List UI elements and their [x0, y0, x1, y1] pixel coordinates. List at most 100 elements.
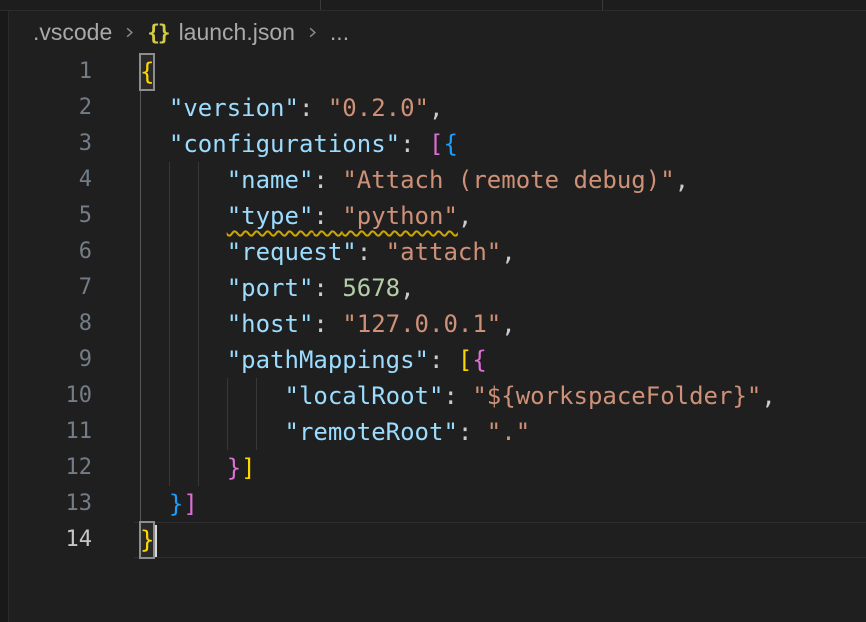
- token: "pathMappings": [227, 346, 429, 374]
- token: ,: [458, 202, 472, 230]
- json-file-icon: {}: [147, 21, 168, 45]
- line-number: 4: [9, 162, 92, 198]
- token: "127.0.0.1": [342, 310, 501, 338]
- token: [: [458, 346, 472, 374]
- code-line[interactable]: 11 "remoteRoot": ".": [9, 414, 866, 450]
- code-text: }: [92, 522, 866, 558]
- token: [: [429, 130, 443, 158]
- token: ,: [501, 238, 515, 266]
- tab-separator: [320, 0, 321, 10]
- token: :: [313, 310, 342, 338]
- code-line[interactable]: 12 }]: [9, 450, 866, 486]
- chevron-right-icon: [305, 25, 320, 40]
- token: ]: [183, 490, 197, 518]
- matched-bracket: {: [140, 54, 154, 90]
- token: ,: [400, 274, 414, 302]
- token: ,: [675, 166, 689, 194]
- token: "0.2.0": [328, 94, 429, 122]
- token: "host": [227, 310, 314, 338]
- code-text: "host": "127.0.0.1",: [92, 306, 866, 342]
- line-number: 14: [9, 522, 92, 558]
- token: ,: [761, 382, 775, 410]
- code-text: "type": "python",: [92, 198, 866, 234]
- text-cursor: [155, 525, 157, 557]
- token: :: [299, 94, 328, 122]
- code-text: "remoteRoot": ".": [92, 414, 866, 450]
- line-number: 3: [9, 126, 92, 162]
- token: "attach": [386, 238, 502, 266]
- code-text: "pathMappings": [{: [92, 342, 866, 378]
- code-line[interactable]: 3 "configurations": [{: [9, 126, 866, 162]
- token: "localRoot": [285, 382, 444, 410]
- code-text: "request": "attach",: [92, 234, 866, 270]
- token: {: [443, 130, 457, 158]
- code-text: "port": 5678,: [92, 270, 866, 306]
- line-number: 1: [9, 54, 92, 90]
- breadcrumb-file[interactable]: launch.json: [179, 19, 295, 46]
- token: ".": [487, 418, 530, 446]
- token: "python": [342, 202, 458, 230]
- token: "configurations": [169, 130, 400, 158]
- token: "remoteRoot": [285, 418, 458, 446]
- token: "name": [227, 166, 314, 194]
- code-line[interactable]: 4 "name": "Attach (remote debug)",: [9, 162, 866, 198]
- sidebar-edge: [0, 11, 9, 622]
- vscode-window: .vscode {} launch.json ... 1{2 "version"…: [0, 0, 866, 622]
- token: :: [357, 238, 386, 266]
- line-number: 12: [9, 450, 92, 486]
- line-number: 10: [9, 378, 92, 414]
- code-line[interactable]: 14}: [9, 522, 866, 558]
- line-number: 11: [9, 414, 92, 450]
- token: :: [313, 202, 342, 230]
- breadcrumb: .vscode {} launch.json ...: [9, 11, 866, 54]
- line-number: 13: [9, 486, 92, 522]
- code-line[interactable]: 8 "host": "127.0.0.1",: [9, 306, 866, 342]
- warning-squiggle: "type": "python": [227, 202, 458, 230]
- token: :: [429, 346, 458, 374]
- code-line[interactable]: 1{: [9, 54, 866, 90]
- token: ,: [429, 94, 443, 122]
- line-number: 2: [9, 90, 92, 126]
- token: ,: [501, 310, 515, 338]
- line-number: 7: [9, 270, 92, 306]
- code-text: "localRoot": "${workspaceFolder}",: [92, 378, 866, 414]
- code-line[interactable]: 2 "version": "0.2.0",: [9, 90, 866, 126]
- token: :: [443, 382, 472, 410]
- breadcrumb-folder[interactable]: .vscode: [33, 19, 112, 46]
- code-text: "name": "Attach (remote debug)",: [92, 162, 866, 198]
- breadcrumb-symbol-ellipsis[interactable]: ...: [330, 19, 349, 46]
- token: "type": [227, 202, 314, 230]
- code-editor: 1{2 "version": "0.2.0",3 "configurations…: [9, 54, 866, 558]
- token: "Attach (remote debug)": [342, 166, 674, 194]
- token: :: [313, 274, 342, 302]
- token: {: [472, 346, 486, 374]
- token: }: [169, 490, 183, 518]
- line-number: 9: [9, 342, 92, 378]
- line-number: 6: [9, 234, 92, 270]
- code-text: }]: [92, 450, 866, 486]
- code-line[interactable]: 6 "request": "attach",: [9, 234, 866, 270]
- token: :: [313, 166, 342, 194]
- code-text: {: [92, 54, 866, 90]
- token: "port": [227, 274, 314, 302]
- token: ]: [241, 454, 255, 482]
- code-text: "version": "0.2.0",: [92, 90, 866, 126]
- code-line[interactable]: 10 "localRoot": "${workspaceFolder}",: [9, 378, 866, 414]
- line-number: 5: [9, 198, 92, 234]
- token: "version": [169, 94, 299, 122]
- token: :: [458, 418, 487, 446]
- editor-pane: .vscode {} launch.json ... 1{2 "version"…: [9, 11, 866, 622]
- code-line[interactable]: 5 "type": "python",: [9, 198, 866, 234]
- token: }: [227, 454, 241, 482]
- token: "request": [227, 238, 357, 266]
- code-line[interactable]: 13 }]: [9, 486, 866, 522]
- code-line[interactable]: 7 "port": 5678,: [9, 270, 866, 306]
- code-text: }]: [92, 486, 866, 522]
- token: 5678: [342, 274, 400, 302]
- tab-separator: [602, 0, 603, 10]
- token: :: [400, 130, 429, 158]
- token: "${workspaceFolder}": [472, 382, 761, 410]
- code-line[interactable]: 9 "pathMappings": [{: [9, 342, 866, 378]
- matched-bracket: }: [140, 522, 154, 558]
- tab-bar-strip: [0, 0, 866, 11]
